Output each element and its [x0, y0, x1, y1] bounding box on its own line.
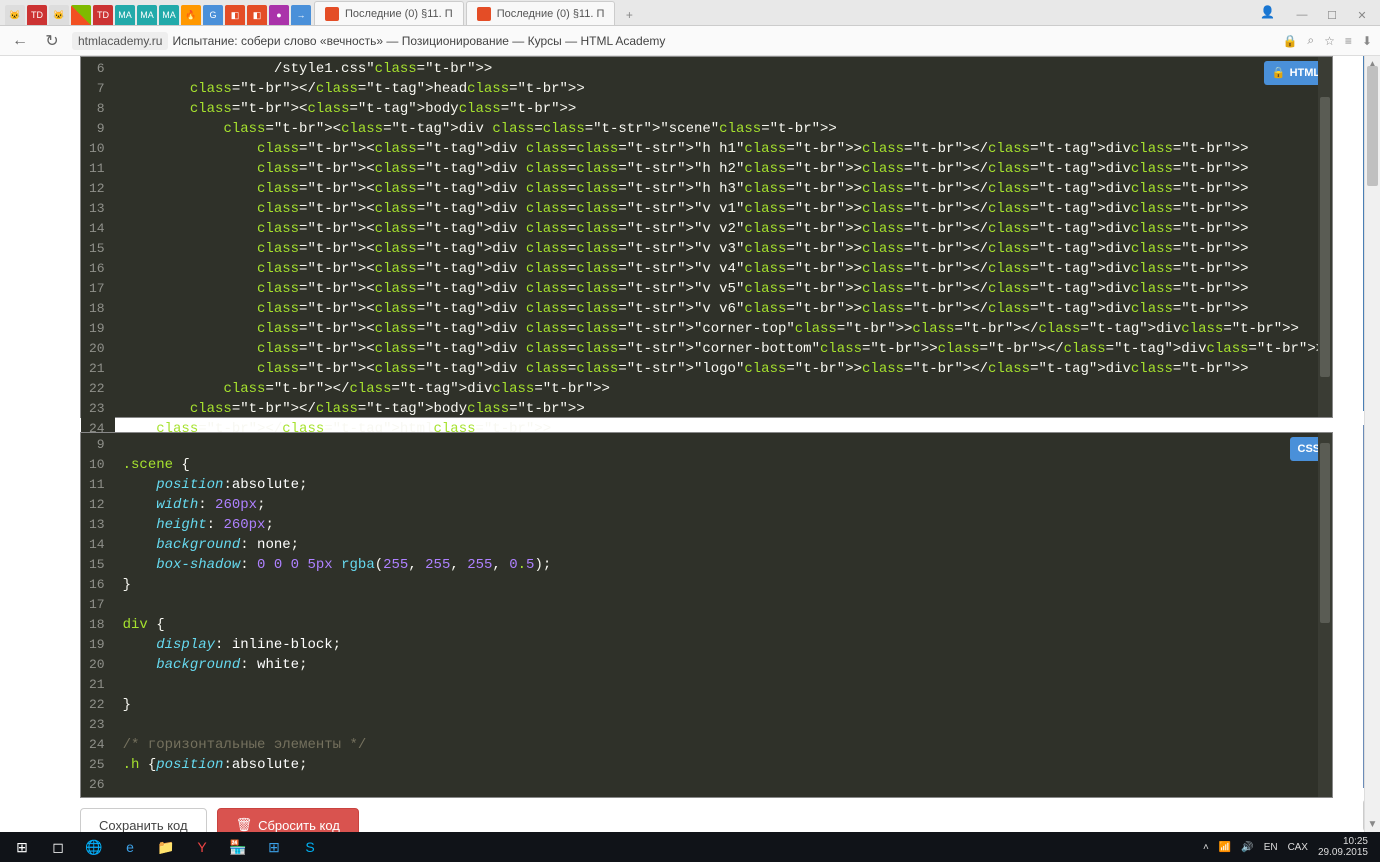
tab-label: Последние (0) §11. П	[497, 8, 605, 20]
mini-tab[interactable]	[71, 5, 91, 25]
language-indicator[interactable]: EN	[1264, 842, 1278, 853]
taskbar: ⊞ ◻ 🌐 e 📁 Y 🏪 ⊞ S ˄ 📶 🔊 EN САХ 10:25 29.…	[0, 832, 1380, 862]
taskbar-app[interactable]: e	[112, 832, 148, 862]
html-editor[interactable]: 🔒 HTML 678910111213141516171819202122232…	[80, 56, 1333, 418]
editor-scrollbar[interactable]	[1318, 57, 1332, 417]
mini-tab[interactable]: ●	[269, 5, 289, 25]
back-button[interactable]: ←	[8, 29, 32, 53]
taskview-button[interactable]: ◻	[40, 832, 76, 862]
clock[interactable]: 10:25 29.09.2015	[1318, 836, 1368, 858]
page-content: 🔒 HTML 678910111213141516171819202122232…	[0, 56, 1380, 832]
mini-tab[interactable]: 🐱	[5, 5, 25, 25]
html5-favicon	[325, 7, 339, 21]
new-tab-button[interactable]: +	[619, 5, 639, 25]
reload-button[interactable]: ↻	[40, 29, 64, 53]
page-scrollbar[interactable]: ▲ ▼	[1364, 56, 1380, 832]
tray-chevron-up-icon[interactable]: ˄	[1203, 842, 1209, 853]
system-tray: ˄ 📶 🔊 EN САХ 10:25 29.09.2015	[1203, 836, 1376, 858]
close-button[interactable]: ✕	[1348, 5, 1376, 25]
browser-tab-active[interactable]: Последние (0) §11. П	[314, 1, 464, 25]
url-host: htmlacademy.ru	[72, 32, 168, 50]
taskbar-app[interactable]: 📁	[148, 832, 184, 862]
mini-tab[interactable]: ◧	[247, 5, 267, 25]
start-button[interactable]: ⊞	[4, 832, 40, 862]
html5-favicon	[477, 7, 491, 21]
mini-tab[interactable]: TD	[93, 5, 113, 25]
mini-tab[interactable]: ◧	[225, 5, 245, 25]
trash-icon: 🗑	[236, 817, 253, 833]
minimize-button[interactable]: —	[1288, 5, 1316, 25]
taskbar-app[interactable]: ⊞	[256, 832, 292, 862]
taskbar-app[interactable]: 🌐	[76, 832, 112, 862]
address-bar: ← ↻ htmlacademy.ru Испытание: собери сло…	[0, 26, 1380, 56]
scrollbar-thumb[interactable]	[1367, 66, 1378, 186]
page-title: Испытание: собери слово «вечность» — Поз…	[172, 34, 665, 48]
mini-tab[interactable]: MA	[115, 5, 135, 25]
html-code[interactable]: /style1.css"class="t-br">> class="t-br">…	[115, 57, 1333, 441]
menu-icon[interactable]: ≡	[1345, 34, 1352, 48]
mini-tab[interactable]: 🔥	[181, 5, 201, 25]
star-icon[interactable]: ☆	[1324, 34, 1335, 48]
download-icon[interactable]: ⬇	[1362, 34, 1372, 48]
tab-label: Последние (0) §11. П	[345, 8, 453, 20]
address-input[interactable]: htmlacademy.ru Испытание: собери слово «…	[72, 32, 665, 50]
volume-icon[interactable]: 🔊	[1241, 842, 1253, 853]
css-code[interactable]: .scene { position:absolute; width: 260px…	[115, 433, 560, 797]
maximize-button[interactable]: ☐	[1318, 5, 1346, 25]
mini-tab[interactable]: 🐱	[49, 5, 69, 25]
profile-icon[interactable]: 👤	[1260, 5, 1286, 25]
taskbar-app[interactable]: 🏪	[220, 832, 256, 862]
mini-tab[interactable]: TD	[27, 5, 47, 25]
lock-icon: 🔒	[1282, 34, 1297, 48]
taskbar-app[interactable]: S	[292, 832, 328, 862]
scrollbar-thumb[interactable]	[1320, 443, 1330, 623]
browser-tab[interactable]: Последние (0) §11. П	[466, 1, 616, 25]
ime-indicator[interactable]: САХ	[1288, 842, 1308, 853]
css-editor[interactable]: CSS 91011121314151617181920212223242526 …	[80, 432, 1333, 798]
mini-tab[interactable]: MA	[137, 5, 157, 25]
scrollbar-thumb[interactable]	[1320, 97, 1330, 377]
search-icon[interactable]: ⌕	[1307, 33, 1314, 48]
mini-tab[interactable]: →	[291, 5, 311, 25]
taskbar-app[interactable]: Y	[184, 832, 220, 862]
mini-tab[interactable]: G	[203, 5, 223, 25]
editor-scrollbar[interactable]	[1318, 433, 1332, 797]
css-gutter: 91011121314151617181920212223242526	[81, 433, 115, 797]
html-gutter: 6789101112131415161718192021222324	[81, 57, 115, 441]
wifi-icon[interactable]: 📶	[1219, 842, 1231, 853]
lock-icon: 🔒	[1272, 63, 1286, 83]
tab-strip: 🐱 TD 🐱 TD MA MA MA 🔥 G ◧ ◧ ● → Последние…	[0, 0, 1380, 26]
scroll-down-icon[interactable]: ▼	[1365, 816, 1380, 832]
browser-chrome: 🐱 TD 🐱 TD MA MA MA 🔥 G ◧ ◧ ● → Последние…	[0, 0, 1380, 56]
mini-tab[interactable]: MA	[159, 5, 179, 25]
